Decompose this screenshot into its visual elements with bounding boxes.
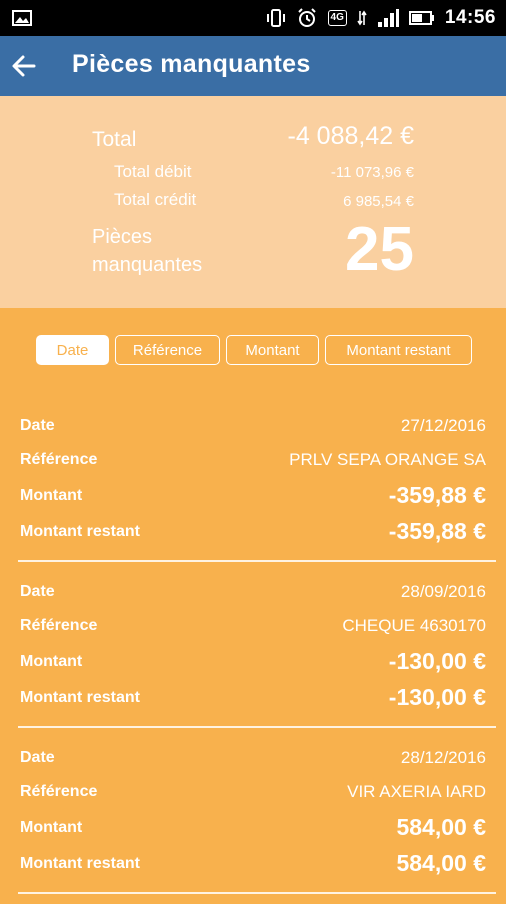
amount-label: Montant <box>20 818 83 836</box>
status-bar: 4G 14:56 <box>0 0 506 36</box>
total-debit-label: Total débit <box>114 162 192 181</box>
remaining-label: Montant restant <box>20 854 140 872</box>
app-bar: Pièces manquantes <box>0 36 506 96</box>
vibrate-icon <box>266 9 285 27</box>
date-label: Date <box>20 417 55 434</box>
summary-panel: Total -4 088,42 € Total débit -11 073,96… <box>0 96 506 308</box>
missing-pieces-label-line2: manquantes <box>92 254 203 276</box>
divider <box>18 892 496 894</box>
date-label: Date <box>20 583 55 600</box>
list-item[interactable]: Date 27/12/2016 Référence PRLV SEPA ORANGE… <box>0 406 506 572</box>
missing-pieces-label-line1: Pièces <box>92 226 153 248</box>
signal-icon <box>377 9 399 27</box>
amount-value: 584,00 € <box>396 814 486 840</box>
list-item[interactable]: Date 28/12/2016 Référence VIR AXERIA IARD … <box>0 738 506 904</box>
list-item[interactable]: Date 28/09/2016 Référence CHEQUE 4630170 M… <box>0 572 506 738</box>
missing-pieces-count: 25 <box>345 215 414 284</box>
gallery-notification-icon <box>12 10 32 26</box>
remaining-value: -359,88 € <box>388 518 486 544</box>
divider <box>18 560 496 562</box>
amount-label: Montant <box>20 486 83 504</box>
total-value: -4 088,42 € <box>287 122 415 150</box>
remaining-label: Montant restant <box>20 522 140 540</box>
date-label: Date <box>20 749 55 766</box>
reference-value: CHEQUE 4630170 <box>342 616 486 635</box>
total-debit-value: -11 073,96 € <box>330 164 414 181</box>
page-title: Pièces manquantes <box>72 50 311 78</box>
clock-time: 14:56 <box>444 7 496 28</box>
amount-value: -359,88 € <box>388 482 486 508</box>
data-transfer-icon <box>357 10 367 26</box>
alarm-icon <box>297 8 316 27</box>
tab-remaining-amount[interactable]: Montant restant <box>325 335 472 365</box>
reference-value: VIR AXERIA IARD <box>347 782 486 801</box>
missing-pieces-list: Date 27/12/2016 Référence PRLV SEPA ORANGE… <box>0 406 506 904</box>
sort-tabs: Date Référence Montant Montant restant <box>36 335 472 365</box>
total-label: Total <box>92 128 137 151</box>
date-value: 27/12/2016 <box>400 416 486 435</box>
total-credit-label: Total crédit <box>114 190 197 209</box>
remaining-value: 584,00 € <box>396 850 486 876</box>
reference-label: Référence <box>20 451 98 468</box>
tab-amount[interactable]: Montant <box>226 335 319 365</box>
divider <box>18 726 496 728</box>
battery-icon <box>408 11 434 25</box>
remaining-label: Montant restant <box>20 688 140 706</box>
network-type-badge: 4G <box>327 10 347 26</box>
reference-value: PRLV SEPA ORANGE SA <box>289 450 486 469</box>
date-value: 28/12/2016 <box>400 748 486 767</box>
reference-label: Référence <box>20 617 98 634</box>
total-credit-value: 6 985,54 € <box>343 193 414 210</box>
amount-value: -130,00 € <box>388 648 486 674</box>
date-value: 28/09/2016 <box>400 582 486 601</box>
reference-label: Référence <box>20 783 98 800</box>
back-arrow-icon[interactable] <box>10 52 38 80</box>
tab-reference[interactable]: Référence <box>115 335 220 365</box>
amount-label: Montant <box>20 652 83 670</box>
tab-date[interactable]: Date <box>36 335 109 365</box>
remaining-value: -130,00 € <box>388 684 486 710</box>
